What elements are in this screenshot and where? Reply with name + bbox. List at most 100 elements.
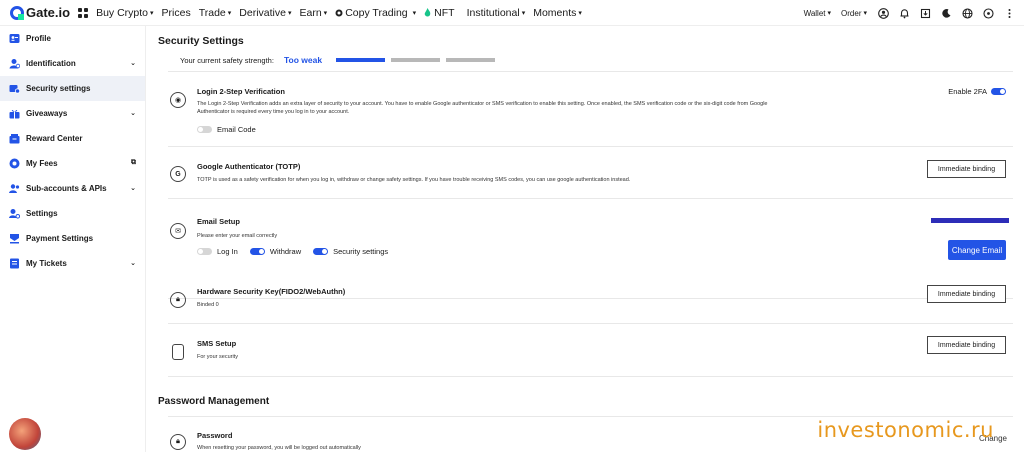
nav-buy-crypto[interactable]: Buy Crypto ▾ (96, 7, 153, 19)
phone-icon (172, 344, 184, 360)
change-email-button[interactable]: Change Email (948, 240, 1006, 260)
sidebar-item-reward-center[interactable]: Reward Center (0, 126, 145, 151)
identification-icon (9, 58, 20, 69)
copy-trading-icon (335, 9, 343, 16)
nav-label: Wallet (803, 8, 826, 18)
divider (168, 323, 1013, 324)
sidebar-item-payment-settings[interactable]: Payment Settings (0, 226, 145, 251)
nav-label: Copy Trading (345, 6, 408, 19)
sidebar-item-label: Settings (26, 209, 58, 218)
sidebar-item-label: Sub-accounts & APIs (26, 184, 107, 193)
safety-strength: Your current safety strength: Too weak (180, 55, 496, 65)
settings-target-icon[interactable] (982, 7, 994, 19)
sidebar: Profile Identification ⌄ Security settin… (0, 26, 146, 452)
brand-name: Gate.io (26, 5, 71, 20)
chevron-down-icon: ▾ (521, 9, 526, 17)
sidebar-item-label: Giveaways (26, 109, 68, 118)
nav-prices[interactable]: Prices (162, 7, 191, 19)
row-description: Please enter your email correctly (197, 233, 278, 239)
sidebar-item-settings[interactable]: Settings (0, 201, 145, 226)
sidebar-item-my-fees[interactable]: My Fees ⧉ (0, 151, 145, 176)
apps-grid-icon[interactable] (78, 7, 89, 18)
sidebar-item-label: Reward Center (26, 134, 83, 143)
nav-institutional[interactable]: Institutional ▾ (467, 7, 526, 19)
more-menu-icon[interactable] (1003, 7, 1015, 19)
email-code-toggle[interactable]: Email Code (197, 125, 256, 134)
toggle-switch[interactable] (313, 248, 329, 255)
sidebar-item-giveaways[interactable]: Giveaways ⌄ (0, 101, 145, 126)
nav-nft[interactable]: NFT (424, 7, 455, 19)
nav-label: Institutional (466, 6, 520, 19)
nav-moments[interactable]: Moments ▾ (533, 7, 582, 19)
nav-label: Trade (198, 6, 226, 19)
lock-icon: 🔒︎ (170, 434, 186, 450)
row-title: Hardware Security Key(FIDO2/WebAuthn) (197, 287, 346, 296)
toggle-switch[interactable] (197, 248, 212, 255)
email-toggle-group: Log In Withdraw Security settings (197, 247, 400, 256)
top-nav: Gate.io Buy Crypto ▾ Prices Trade ▾ Deriva… (0, 0, 1024, 26)
sms-binding-button[interactable]: Immediate binding (927, 336, 1006, 354)
divider (168, 71, 1013, 72)
toggle-label: Withdraw (269, 247, 302, 256)
strength-value: Too weak (283, 55, 323, 65)
toggle-label: Security settings (333, 247, 389, 256)
enable-2fa-switch[interactable] (991, 88, 1006, 95)
sidebar-item-label: Profile (26, 34, 51, 43)
withdraw-toggle[interactable]: Withdraw (249, 247, 302, 256)
chevron-down-icon: ▾ (827, 10, 832, 17)
gift-icon (9, 108, 20, 119)
nav-label: Buy Crypto (96, 6, 149, 19)
toggle-switch[interactable] (197, 126, 212, 133)
nav-trade[interactable]: Trade ▾ (199, 7, 232, 19)
sidebar-item-identification[interactable]: Identification ⌄ (0, 51, 145, 76)
sidebar-item-my-tickets[interactable]: My Tickets ⌄ (0, 251, 145, 276)
nav-label: Earn (299, 6, 322, 19)
google-auth-row: G Google Authenticator (TOTP) TOTP is us… (168, 156, 1013, 198)
row-title: Email Setup (197, 217, 240, 226)
bell-icon[interactable] (898, 7, 910, 19)
avatar[interactable] (9, 418, 41, 450)
enable-2fa[interactable]: Enable 2FA (948, 87, 1006, 96)
toggle-label: Email Code (217, 125, 256, 134)
toggle-switch[interactable] (249, 248, 265, 255)
row-title: SMS Setup (197, 339, 237, 348)
google-icon: G (170, 166, 186, 182)
sidebar-item-label: Security settings (26, 84, 91, 93)
chevron-down-icon: ▾ (412, 9, 417, 17)
nav-derivative[interactable]: Derivative ▾ (239, 7, 291, 19)
fees-icon (9, 158, 20, 169)
download-icon[interactable] (919, 7, 931, 19)
nav-order[interactable]: Order ▾ (841, 9, 867, 18)
toggle-label: Log In (217, 247, 238, 256)
chevron-down-icon: ⌄ (130, 260, 136, 267)
nav-right: Wallet ▾ Order ▾ (804, 0, 1024, 26)
row-description: TOTP is used as a safety verification fo… (197, 177, 631, 183)
reward-box-icon (9, 133, 20, 144)
row-description: Binded 0 (197, 302, 219, 308)
chevron-down-icon: ⌄ (130, 60, 136, 67)
nav-label: Moments (533, 6, 577, 19)
nav-wallet[interactable]: Wallet ▾ (804, 9, 831, 18)
globe-icon[interactable] (961, 7, 973, 19)
login-toggle[interactable]: Log In (197, 247, 238, 256)
user-icon[interactable] (877, 7, 889, 19)
login-2fa-row: ◉ Login 2-Step Verification The Login 2-… (168, 82, 1013, 146)
sidebar-item-security[interactable]: Security settings (0, 76, 145, 101)
hardware-binding-button[interactable]: Immediate binding (927, 285, 1006, 303)
nav-earn[interactable]: Earn ▾ (299, 7, 327, 19)
moon-icon[interactable] (940, 7, 952, 19)
row-title: Google Authenticator (TOTP) (197, 162, 301, 171)
nav-label: Derivative (239, 6, 286, 19)
sidebar-item-profile[interactable]: Profile (0, 26, 145, 51)
google-binding-button[interactable]: Immediate binding (927, 160, 1006, 178)
lock-icon: 🔒︎ (170, 292, 186, 308)
nav-copy-trading[interactable]: Copy Trading ▾ (335, 7, 416, 19)
sidebar-item-sub-accounts[interactable]: Sub-accounts & APIs ⌄ (0, 176, 145, 201)
security-settings-toggle[interactable]: Security settings (313, 247, 388, 256)
brand-logo[interactable]: Gate.io (10, 5, 70, 20)
chevron-down-icon: ▾ (227, 9, 232, 17)
chevron-down-icon: ▾ (287, 9, 292, 17)
tickets-icon (9, 258, 20, 269)
sidebar-item-label: Payment Settings (26, 234, 94, 243)
chevron-down-icon: ▾ (150, 9, 154, 17)
